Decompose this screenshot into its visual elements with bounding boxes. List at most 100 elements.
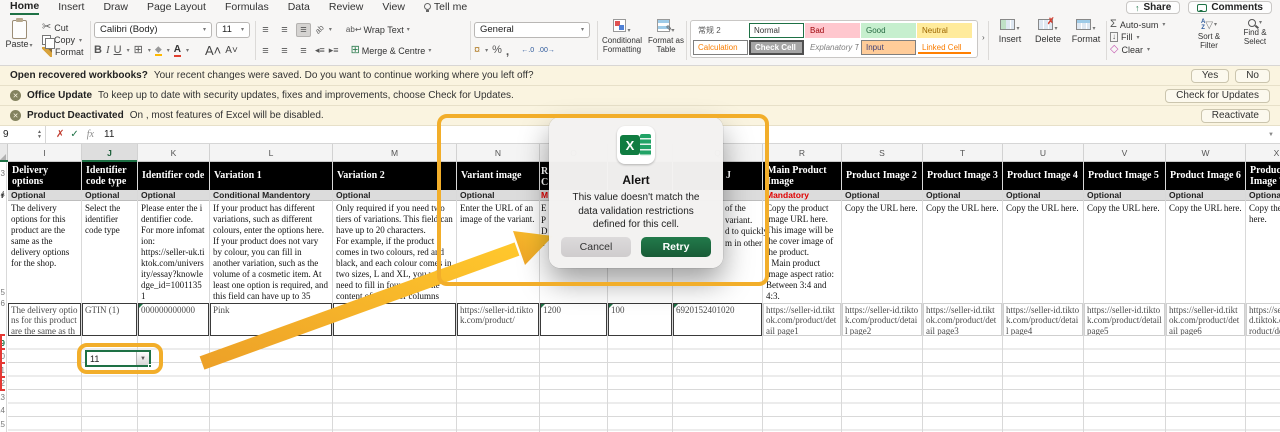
orientation-button[interactable]: ab [313,23,326,36]
dismiss-icon[interactable]: ✕ [10,110,21,121]
style-changgui2[interactable]: 常规 2 [693,23,748,38]
bold-button[interactable]: B [94,45,102,56]
row-number[interactable]: 13 [0,393,5,402]
column-letter-L[interactable]: L [210,144,333,162]
italic-button[interactable]: I [106,45,110,56]
find-select-button[interactable]: ▾ Find & Select [1234,15,1276,47]
increase-decimal-button[interactable]: ←.0 [521,47,534,54]
currency-button[interactable]: ¤ [474,45,480,56]
data-cell[interactable]: https://seller-id.tiktok.com/product/det… [1003,303,1083,336]
percent-button[interactable]: % [492,45,502,56]
name-box[interactable]: 9 [0,126,34,144]
merge-centre-button[interactable]: ⊞ Merge & Centre▾ [351,45,432,56]
column-letter-V[interactable]: V [1084,144,1166,162]
row-number[interactable]: 6 [1,299,5,308]
decrease-indent-button[interactable]: ◂≡ [315,46,325,55]
data-cell[interactable]: https://seller-id.tiktok.com/product/det… [923,303,1002,336]
borders-button[interactable]: ⊞ [134,45,143,56]
empty-rows[interactable] [763,336,841,432]
fill-color-button[interactable]: ◆ [155,45,162,56]
comma-button[interactable]: , [506,45,509,57]
share-button[interactable]: ↑Share [1126,1,1180,14]
data-cell[interactable]: https://seller-id.tiktok.com/product/ [457,303,539,336]
comments-button[interactable]: Comments [1188,1,1272,14]
column-letter-X[interactable]: X [1246,144,1280,162]
row-number[interactable]: 15 [0,420,5,429]
empty-rows[interactable] [1084,336,1165,432]
tab-view[interactable]: View [382,1,405,14]
data-cell[interactable]: 1200 [540,303,607,336]
copy-button[interactable]: Copy▾ [42,35,84,45]
clear-button[interactable]: ◇Clear▾ [1110,44,1165,55]
font-size-select[interactable]: 11▾ [216,22,250,38]
empty-rows[interactable] [457,336,539,432]
formula-bar-expand-icon[interactable]: ▼ [1268,132,1274,138]
align-left-button[interactable]: ≡ [258,44,273,58]
format-as-table-button[interactable]: ▾ Format as Table [646,15,686,54]
column-letter-K[interactable]: K [138,144,210,162]
autosum-button[interactable]: ΣAuto-sum▾ [1110,19,1165,30]
data-cell[interactable]: 000000000000 [138,303,209,336]
number-format-select[interactable]: General▾ [474,22,590,38]
grow-font-button[interactable]: A˄ [205,44,221,57]
empty-rows[interactable] [842,336,922,432]
formula-input[interactable]: 11 [104,129,114,140]
conditional-formatting-button[interactable]: ▾ Conditional Formatting [600,15,644,54]
data-cell[interactable]: https://seller-id.tiktok.com/product/det… [1246,303,1280,336]
row-number[interactable]: 5 [1,288,5,297]
font-name-select[interactable]: Calibri (Body)▾ [94,22,212,38]
style-good[interactable]: Good [861,23,916,38]
column-letter-R[interactable]: R [763,144,842,162]
column-letter-S[interactable]: S [842,144,923,162]
data-cell[interactable]: 100 [608,303,672,336]
style-explanatory[interactable]: Explanatory T... [805,40,860,55]
empty-rows[interactable] [673,336,762,432]
style-calculation[interactable]: Calculation [693,40,748,55]
name-box-stepper[interactable]: ▲▼ [34,126,46,144]
data-cell[interactable]: The delivery options for this product ar… [8,303,81,336]
align-middle-button[interactable]: ≡ [277,23,292,37]
column-letter-I[interactable]: I [8,144,82,162]
check-for-updates-button[interactable]: Check for Updates [1165,89,1270,103]
row-number[interactable]: 14 [0,406,5,415]
column-letter-T[interactable]: T [923,144,1003,162]
increase-indent-button[interactable]: ▸≡ [329,46,339,55]
tab-page-layout[interactable]: Page Layout [147,1,206,14]
empty-rows[interactable] [923,336,1002,432]
tab-tell-me[interactable]: Tell me [424,1,467,14]
data-cell[interactable]: GTIN (1) [82,303,137,336]
row-number[interactable]: 3 [1,169,5,178]
cut-button[interactable]: ✂Cut [42,22,84,33]
empty-rows[interactable] [210,336,332,432]
reactivate-button[interactable]: Reactivate [1201,109,1270,123]
empty-rows[interactable] [1166,336,1245,432]
empty-rows[interactable] [608,336,672,432]
tab-data[interactable]: Data [288,1,310,14]
tab-insert[interactable]: Insert [58,1,84,14]
style-linked-cell[interactable]: Linked Cell [917,40,972,55]
delete-cells-button[interactable]: ▾ Delete [1030,15,1066,45]
column-letter-U[interactable]: U [1003,144,1084,162]
confirm-entry-icon[interactable]: ✓ [70,129,78,140]
tab-formulas[interactable]: Formulas [225,1,269,14]
more-styles-button[interactable]: › [982,33,985,42]
column-letter-J[interactable]: J [82,144,138,162]
no-button[interactable]: No [1235,69,1270,83]
data-cell[interactable]: https://seller-id.tiktok.com/product/det… [1166,303,1245,336]
data-cell[interactable]: 6920152401020 [673,303,762,336]
data-cell[interactable]: https://seller-id.tiktok.com/product/det… [842,303,922,336]
align-center-button[interactable]: ≡ [277,44,292,58]
empty-rows[interactable] [540,336,607,432]
dismiss-icon[interactable]: ✕ [10,90,21,101]
empty-rows[interactable] [8,336,81,432]
empty-rows[interactable] [1246,336,1280,432]
align-top-button[interactable]: ≡ [258,23,273,37]
data-cell[interactable]: https://seller-id.tiktok.com/product/det… [763,303,841,336]
data-cell[interactable]: https://seller-id.tiktok.com/product/det… [1084,303,1165,336]
underline-button[interactable]: U [114,45,122,56]
cancel-entry-icon[interactable]: ✗ [56,129,64,140]
fill-button[interactable]: ↓Fill▾ [1110,32,1165,42]
insert-cells-button[interactable]: ▾ Insert [992,15,1028,45]
paste-button[interactable]: Paste▾ [2,15,36,49]
yes-button[interactable]: Yes [1191,69,1229,83]
